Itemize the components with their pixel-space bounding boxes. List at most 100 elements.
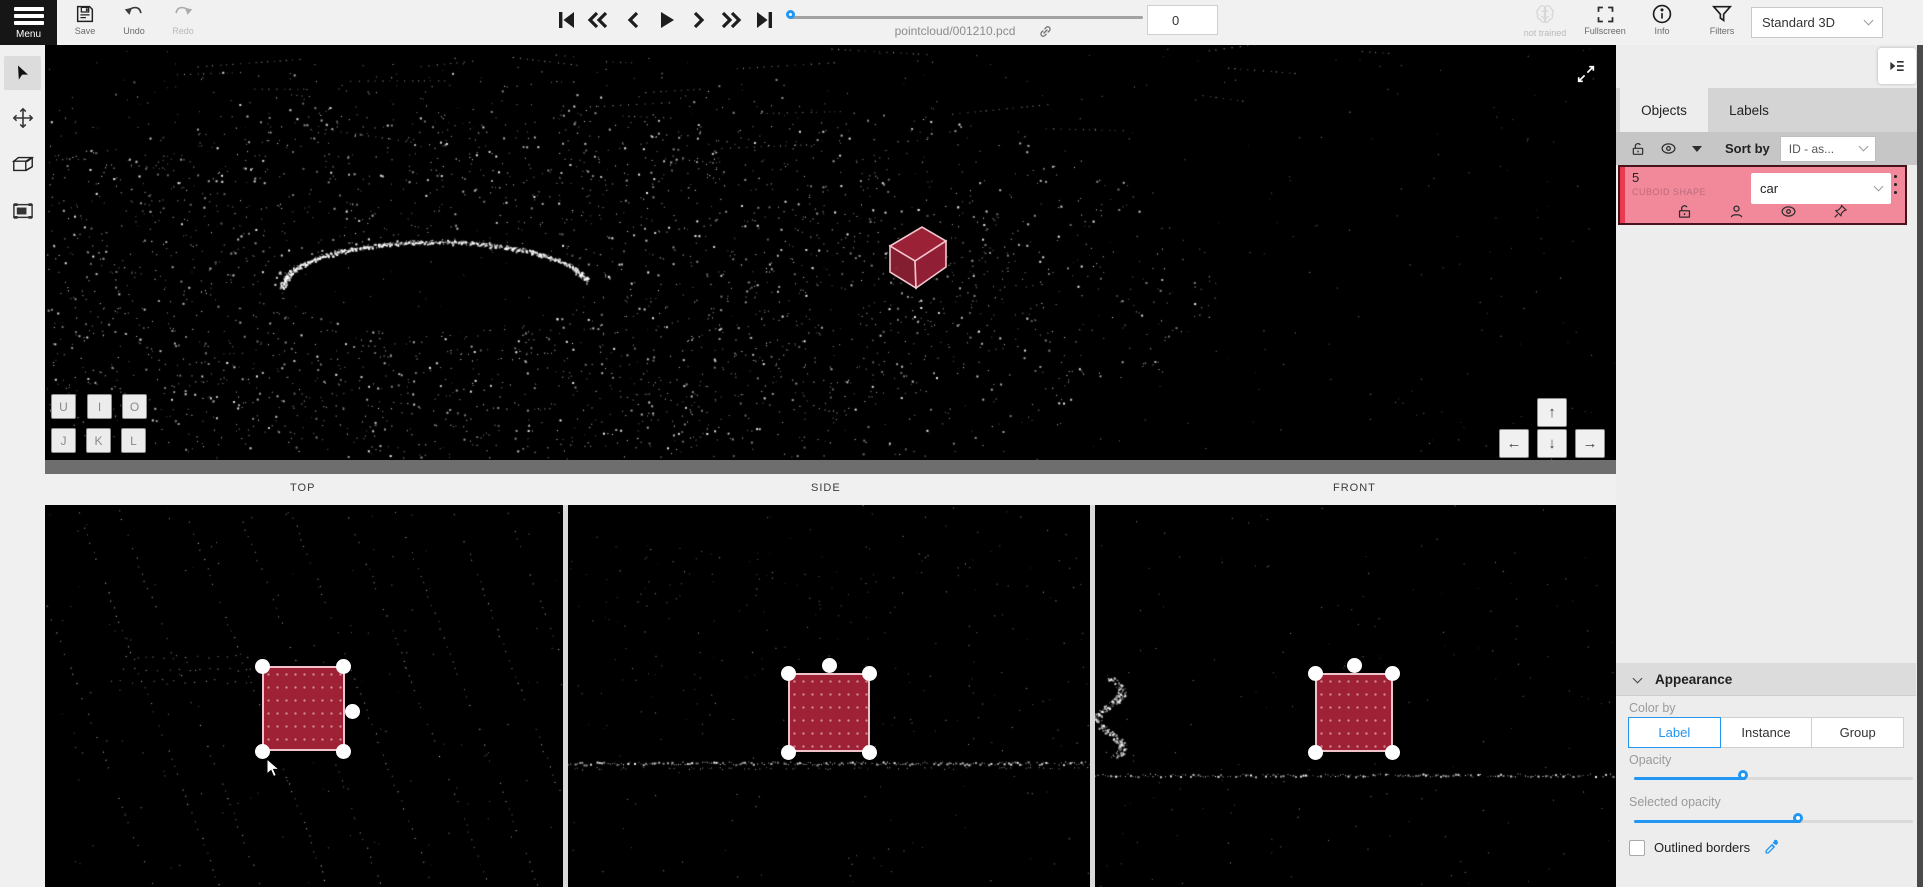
redo-button[interactable]: Redo	[160, 3, 206, 36]
filters-button[interactable]: Filters	[1699, 3, 1745, 36]
main-3d-viewport[interactable]: U I O J K L ↑ ← ↓ →	[45, 45, 1616, 460]
side-view-cuboid[interactable]	[788, 673, 870, 752]
opacity-slider[interactable]	[1634, 777, 1913, 780]
cuboid-handle[interactable]	[1308, 666, 1323, 681]
hotkey-j[interactable]: J	[51, 428, 76, 453]
select-cursor-icon	[13, 63, 33, 83]
cuboid-handle[interactable]	[1347, 658, 1362, 673]
visibility-all-icon[interactable]	[1660, 140, 1677, 157]
not-trained-label: not trained	[1519, 28, 1571, 38]
view-mode-select[interactable]: Standard 3D	[1751, 7, 1883, 38]
selected-opacity-slider[interactable]	[1634, 820, 1913, 823]
tab-labels[interactable]: Labels	[1708, 88, 1790, 132]
hotkey-u[interactable]: U	[51, 394, 76, 419]
opacity-slider-handle[interactable]	[1738, 770, 1748, 780]
skip-last-button[interactable]	[750, 6, 780, 34]
file-name: pointcloud/001210.pcd	[855, 24, 1055, 38]
info-icon	[1651, 3, 1673, 25]
main-pointcloud-canvas[interactable]	[45, 45, 1616, 460]
selected-opacity-slider-handle[interactable]	[1793, 813, 1803, 823]
eyedropper-icon[interactable]	[1764, 838, 1781, 855]
fast-forward-button[interactable]	[716, 6, 746, 34]
side-view[interactable]	[568, 505, 1090, 887]
play-icon	[654, 8, 678, 32]
model-status: not trained	[1522, 3, 1568, 38]
side-view-label: SIDE	[811, 482, 841, 494]
cuboid-handle[interactable]	[862, 666, 877, 681]
object-visibility-icon[interactable]	[1780, 203, 1797, 220]
front-view[interactable]	[1095, 505, 1616, 887]
object-label-select[interactable]: car	[1751, 173, 1891, 204]
object-list-item[interactable]: 5 CUBOID SHAPE car	[1618, 165, 1907, 225]
color-by-group-button[interactable]: Group	[1812, 717, 1904, 748]
horizontal-scrollbar[interactable]	[45, 460, 1616, 474]
collapse-panel-button[interactable]	[1878, 48, 1916, 84]
cuboid-handle[interactable]	[1308, 745, 1323, 760]
save-label: Save	[62, 26, 108, 36]
cuboid-handle[interactable]	[1385, 745, 1400, 760]
select-dropdown-icon[interactable]	[1691, 143, 1703, 155]
cuboid-handle[interactable]	[345, 704, 360, 719]
undo-button[interactable]: Undo	[111, 3, 157, 36]
cuboid-tool-button[interactable]	[4, 147, 41, 181]
frame-slider[interactable]	[790, 16, 1143, 19]
cuboid-handle[interactable]	[336, 659, 351, 674]
skip-first-button[interactable]	[551, 6, 581, 34]
front-view-cuboid[interactable]	[1315, 673, 1393, 752]
next-frame-button[interactable]	[683, 6, 713, 34]
cuboid-handle[interactable]	[822, 658, 837, 673]
color-by-label: Color by	[1629, 701, 1676, 715]
color-by-instance-button[interactable]: Instance	[1721, 717, 1813, 748]
hotkey-i[interactable]: I	[87, 394, 112, 419]
cuboid-handle[interactable]	[255, 659, 270, 674]
outlined-borders-checkbox[interactable]	[1629, 840, 1645, 856]
top-toolbar: Menu Save Undo Redo	[0, 0, 1923, 45]
info-button[interactable]: Info	[1639, 3, 1685, 36]
nav-down-button[interactable]: ↓	[1537, 429, 1567, 458]
top-view-cuboid[interactable]	[262, 666, 345, 751]
fullscreen-button[interactable]: Fullscreen	[1582, 3, 1628, 36]
cuboid-handle[interactable]	[255, 744, 270, 759]
expand-view-icon[interactable]	[1575, 63, 1597, 85]
play-button[interactable]	[651, 6, 681, 34]
move-tool-button[interactable]	[4, 101, 41, 135]
nav-right-button[interactable]: →	[1575, 429, 1605, 458]
object-menu-button[interactable]	[1888, 175, 1902, 194]
link-icon[interactable]	[1038, 24, 1053, 39]
hotkey-k[interactable]: K	[86, 428, 111, 453]
save-button[interactable]: Save	[62, 3, 108, 36]
select-tool-button[interactable]	[4, 56, 41, 90]
cuboid-handle[interactable]	[1385, 666, 1400, 681]
frame-number-input[interactable]	[1147, 5, 1218, 35]
color-by-label-button[interactable]: Label	[1628, 717, 1721, 748]
view-mode-value: Standard 3D	[1762, 15, 1865, 30]
frame-slider-handle[interactable]	[786, 10, 795, 19]
object-pin-icon[interactable]	[1832, 203, 1849, 220]
nav-left-button[interactable]: ←	[1499, 429, 1529, 458]
tab-objects[interactable]: Objects	[1620, 88, 1708, 132]
cuboid-handle[interactable]	[781, 666, 796, 681]
prev-frame-button[interactable]	[619, 6, 649, 34]
object-assignee-icon[interactable]	[1728, 203, 1745, 220]
nav-up-button[interactable]: ↑	[1537, 398, 1567, 427]
fast-rewind-button[interactable]	[583, 6, 613, 34]
chevron-down-icon	[1874, 182, 1884, 192]
lock-all-icon[interactable]	[1630, 141, 1646, 157]
save-icon	[74, 3, 96, 25]
cuboid-handle[interactable]	[336, 744, 351, 759]
image-overlay-tool-button[interactable]	[4, 194, 41, 228]
hotkey-o[interactable]: O	[122, 394, 147, 419]
top-view[interactable]	[45, 505, 563, 887]
cuboid-handle[interactable]	[781, 745, 796, 760]
color-by-group: Label Instance Group	[1628, 717, 1904, 748]
cuboid-handle[interactable]	[862, 745, 877, 760]
filters-label: Filters	[1699, 26, 1745, 36]
panel-scrollbar[interactable]	[1917, 45, 1923, 887]
hotkey-l[interactable]: L	[121, 428, 146, 453]
appearance-section-header[interactable]: Appearance	[1616, 663, 1916, 696]
object-lock-icon[interactable]	[1676, 203, 1693, 220]
menu-button[interactable]: Menu	[0, 0, 57, 45]
sort-by-select[interactable]: ID - as...	[1780, 136, 1876, 162]
chevron-down-icon	[1858, 142, 1868, 152]
cuboid-3d-annotation[interactable]	[883, 220, 953, 295]
